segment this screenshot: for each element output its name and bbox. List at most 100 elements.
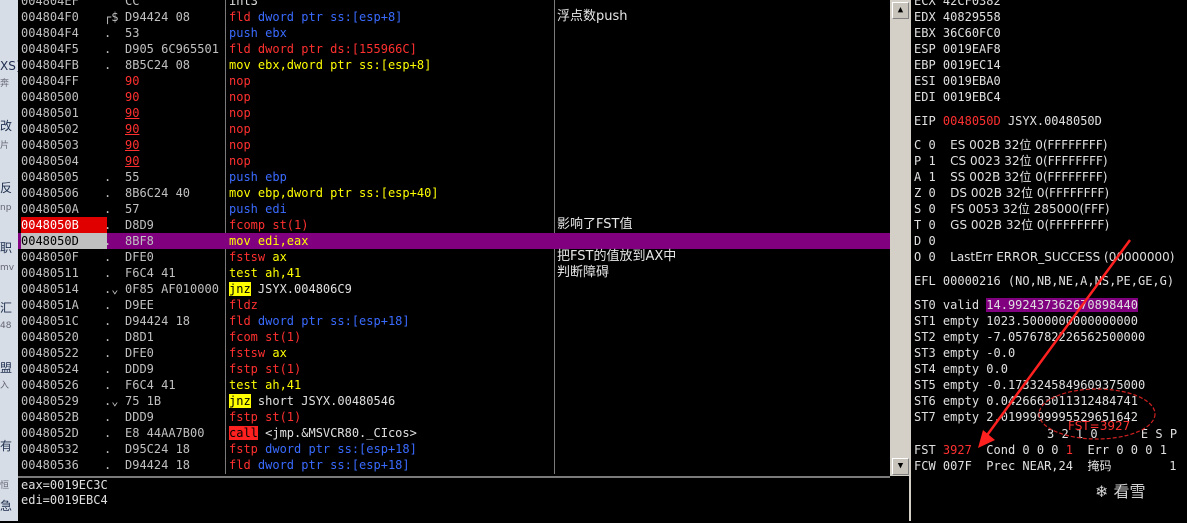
instruction-token: dword ptr ss:[esp+8] [257, 10, 403, 24]
flag: Z 0 [914, 186, 936, 200]
instruction: fld dword ptr ds:[155966C] [229, 41, 549, 57]
hex-bytes: F6C4 41 [125, 378, 176, 392]
disasm-row[interactable]: 004804F4. 53 push ebx [18, 25, 890, 41]
fpu-register: ST1 [914, 314, 936, 328]
instruction: nop [229, 73, 549, 89]
address: 00480520 [21, 330, 79, 344]
disasm-row[interactable]: 0048050F. DFE0 fstsw ax 把FST的值放到AX中 [18, 249, 890, 265]
instruction: fldz [229, 297, 549, 313]
register-line: ST4 empty 0.0 [914, 361, 1008, 377]
register-line: FST 3927 Cond 0 0 0 1 Err 0 0 0 1 [914, 442, 1167, 458]
disasm-row[interactable]: 00480504 90 nop [18, 153, 890, 169]
disasm-row[interactable]: 00480501 90 nop [18, 105, 890, 121]
register-line: C 0 ES 002B 32位 0(FFFFFFFF) [914, 137, 1107, 153]
instruction-token: dword ptr ss:[esp+18] [257, 314, 410, 328]
fst-value: 3927 [942, 443, 972, 457]
instruction-token: JSYX.004806C9 [250, 282, 352, 296]
info-line: eax=0019EC3C [21, 478, 108, 492]
instruction-token: short JSYX.00480546 [250, 394, 396, 408]
disasm-row[interactable]: 0048050A. 57 push edi [18, 201, 890, 217]
disasm-row[interactable]: 0048051C. D94424 18 fld dword ptr ss:[esp+… [18, 313, 890, 329]
disasm-row[interactable]: 00480511. F6C4 41 test ah,41 判断障碍 [18, 265, 890, 281]
disasm-row[interactable]: 00480520. D8D1 fcom st(1) [18, 329, 890, 345]
instruction-token: call [229, 426, 258, 440]
disasm-row[interactable]: 00480524. DDD9 fstp st(1) [18, 361, 890, 377]
fcw-value: 007F [942, 459, 972, 473]
hex-bytes: D95C24 18 [125, 442, 191, 456]
comment: 把FST的值放到AX中 [557, 249, 677, 264]
disasm-row[interactable]: 004804F5. D905 6C965501 fld dword ptr ds:[… [18, 41, 890, 57]
instruction: fcomp st(1) [229, 217, 549, 233]
instruction-token: test ah,41 [229, 378, 302, 392]
flow-marker: . [104, 410, 112, 424]
address: 004804F0 [21, 10, 79, 24]
disasm-row[interactable]: 00480532. D95C24 18 fstp dword ptr ss:[esp… [18, 441, 890, 457]
disasm-row[interactable]: 0048050D. 8BF8 mov edi,eax [18, 233, 890, 249]
segment-info: DS 002B 32位 0(FFFFFFFF) [950, 186, 1110, 200]
instruction: fstp st(1) [229, 409, 549, 425]
hex-bytes: D9EE [125, 298, 154, 312]
register-value: 0019EBA0 [942, 74, 1001, 88]
register-line: ST0 valid 14.992437362670898440 [914, 297, 1138, 313]
instruction: jnz short JSYX.00480546 [229, 393, 549, 409]
instruction: int3 [229, 0, 549, 9]
fpu-register: ST0 [914, 298, 936, 312]
disasm-row[interactable]: 00480536. D94424 18 fld dword ptr ss:[esp+… [18, 457, 890, 473]
instruction: nop [229, 105, 549, 121]
address: 0048050F [21, 250, 79, 264]
disasm-row[interactable]: 0048051A. D9EE fldz [18, 297, 890, 313]
scroll-up-icon[interactable]: ▲ [892, 2, 909, 19]
instruction-token: fld [229, 314, 258, 328]
disasm-row[interactable]: 00480502 90 nop [18, 121, 890, 137]
background-window-strip: XS} 奔改片反 np 职 mv 汇 48 盟入有恒急 [0, 0, 23, 521]
hex-bytes: D94424 08 [125, 10, 191, 24]
disasm-row[interactable]: 00480506. 8B6C24 40 mov ebp,dword ptr ss:[… [18, 185, 890, 201]
segment-info: ES 002B 32位 0(FFFFFFFF) [950, 138, 1108, 152]
register-line: Z 0 DS 002B 32位 0(FFFFFFFF) [914, 185, 1109, 201]
hex-bytes: D8D1 [125, 330, 154, 344]
disasm-row[interactable]: 0048050B. D8D9 fcomp st(1) 影响了FST值 [18, 217, 890, 233]
disasm-row[interactable]: 00480505. 55 push ebp [18, 169, 890, 185]
register-name: EBP [914, 58, 936, 72]
disasm-row[interactable]: 00480522. DFE0 fstsw ax [18, 345, 890, 361]
register-comment: JSYX.0048050D [1007, 114, 1102, 128]
register-name: EDI [914, 90, 936, 104]
instruction: nop [229, 137, 549, 153]
registers-pane[interactable]: ECX 42CF0382 EDX 40829558 EBX 36C60FC0 ESP … [911, 0, 1187, 521]
address: 0048050D [21, 233, 107, 249]
vertical-scrollbar[interactable]: ▲ ▼ [890, 0, 909, 476]
fpu-tag: empty [942, 394, 980, 408]
register-line: P 1 CS 0023 32位 0(FFFFFFFF) [914, 153, 1108, 169]
disasm-row[interactable]: 00480526. F6C4 41 test ah,41 [18, 377, 890, 393]
fpu-value: 2.0199999995529651642 [986, 410, 1138, 424]
instruction: fld dword ptr ss:[esp+8] [229, 9, 549, 25]
address: 0048050B [21, 217, 107, 233]
hex-bytes: 55 [125, 170, 140, 184]
disasm-row[interactable]: 00480500 90 nop [18, 89, 890, 105]
address: 00480529 [21, 394, 79, 408]
flag: T 0 [914, 218, 936, 232]
fpu-register: ST3 [914, 346, 936, 360]
hex-bytes: 90 [125, 122, 140, 136]
fpu-tag: empty [942, 410, 980, 424]
scroll-down-icon[interactable]: ▼ [892, 458, 909, 475]
disasm-row[interactable]: 004804EF CC int3 [18, 0, 890, 9]
flow-marker: . [104, 26, 112, 40]
register-line: ST3 empty -0.0 [914, 345, 1015, 361]
disasm-row[interactable]: 00480514 .⌄ 0F85 AF010000 jnz JSYX.004806C9 [18, 281, 890, 297]
flow-marker: . [104, 330, 112, 344]
disasm-row[interactable]: 00480503 90 nop [18, 137, 890, 153]
disasm-row[interactable]: 004804FB. 8B5C24 08 mov ebx,dword ptr ss:[… [18, 57, 890, 73]
address: 004804EF [21, 0, 79, 8]
disasm-row[interactable]: 004804F0 ┌$ D94424 08 fld dword ptr ss:[esp… [18, 9, 890, 25]
hex-bytes: E8 44AA7B00 [125, 426, 205, 440]
fpu-value: 0.0426663011312484741 [986, 394, 1138, 408]
flow-marker: . [104, 186, 112, 200]
instruction-token: jnz [229, 394, 251, 408]
disassembly-pane[interactable]: 004804EF CC int3 004804F0 ┌$ D94424 08 fld dwo… [18, 0, 890, 474]
instruction: fstp st(1) [229, 361, 549, 377]
disasm-row[interactable]: 00480529 .⌄ 75 1B jnz short JSYX.00480546 [18, 393, 890, 409]
disasm-row[interactable]: 0048052D. E8 44AA7B00 call <jmp.&MSVCR80._… [18, 425, 890, 441]
disasm-row[interactable]: 004804FF 90 nop [18, 73, 890, 89]
disasm-row[interactable]: 0048052B. DDD9 fstp st(1) [18, 409, 890, 425]
